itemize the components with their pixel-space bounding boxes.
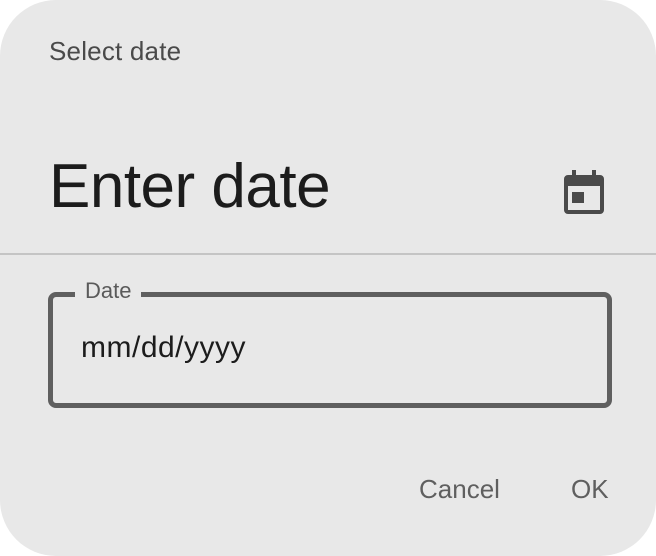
cancel-button[interactable]: Cancel [419,474,500,514]
dialog-headline: Enter date [49,152,331,221]
date-input-field[interactable]: Date mm/dd/yyyy [48,277,612,408]
date-picker-dialog: Select date Enter date Date mm/dd/yyyy C… [0,0,656,556]
date-input-placeholder[interactable]: mm/dd/yyyy [81,331,246,365]
calendar-mode-toggle-button[interactable] [554,160,614,224]
header-divider [0,253,656,255]
date-field-label: Date [75,277,142,305]
calendar-icon [564,170,604,214]
dialog-supporting-text: Select date [49,36,182,66]
ok-button[interactable]: OK [571,474,609,514]
